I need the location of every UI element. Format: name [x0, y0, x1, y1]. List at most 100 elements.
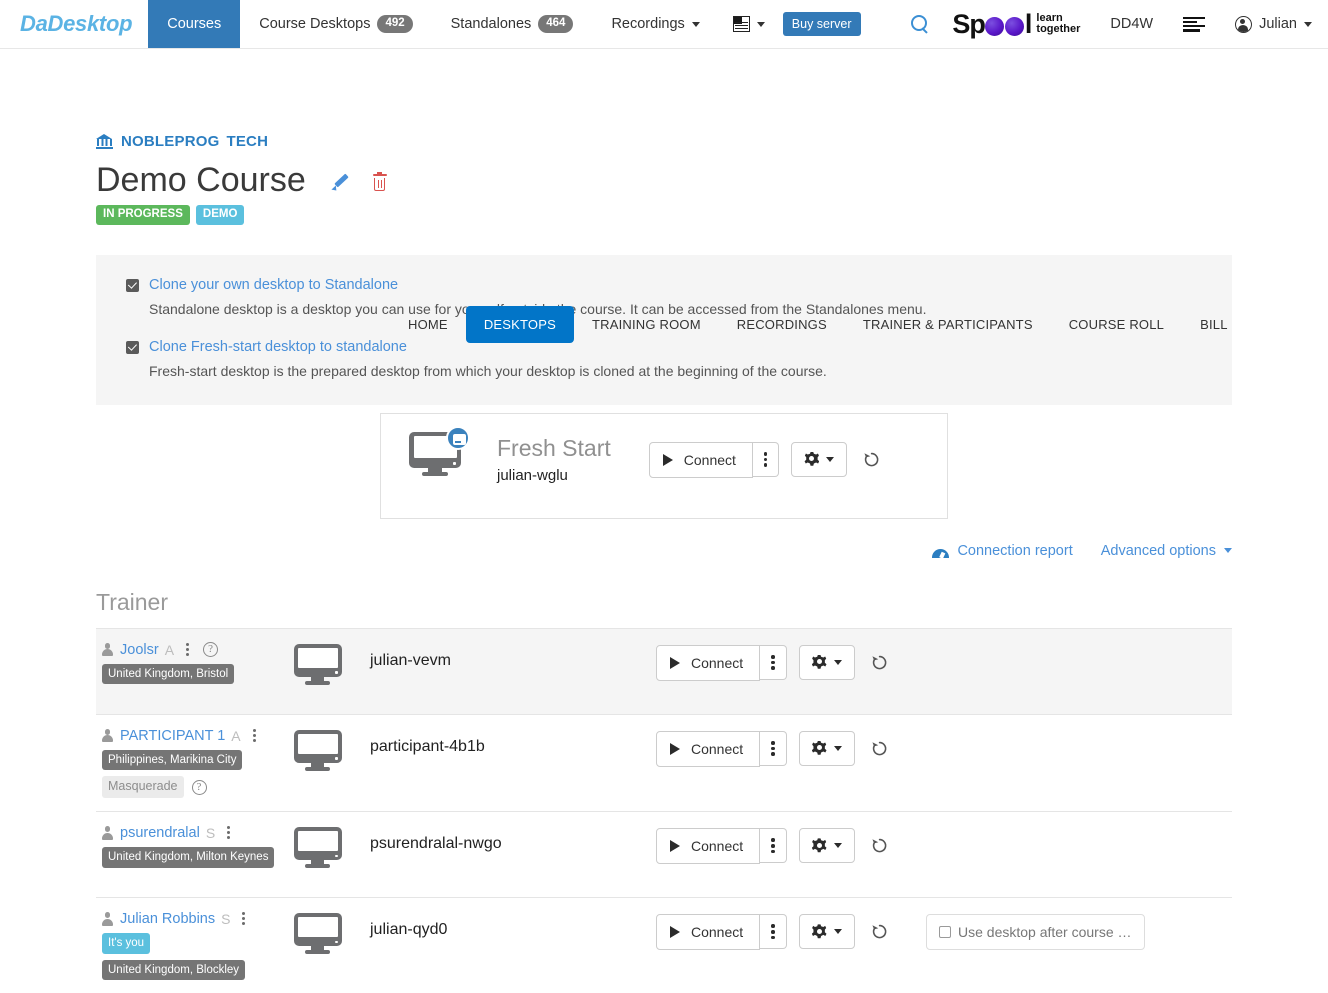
settings-button[interactable]	[798, 914, 855, 950]
tab-desktops[interactable]: DESKTOPS	[465, 306, 574, 343]
help-icon[interactable]: ?	[203, 642, 219, 657]
row-actions: Connect	[656, 827, 888, 864]
nav-item-standalones[interactable]: Standalones 464	[432, 0, 593, 48]
app-brand[interactable]: DaDesktop	[0, 0, 148, 48]
clone-fresh-start-link[interactable]: Clone Fresh-start desktop to standalone	[149, 337, 407, 357]
gear-icon	[812, 838, 827, 853]
chevron-down-icon	[1224, 548, 1232, 553]
breadcrumb[interactable]: NOBLEPROG TECH	[96, 133, 268, 150]
pencil-icon[interactable]	[332, 174, 349, 191]
table-row: psurendralal S United Kingdom, Milton Ke…	[96, 810, 1232, 897]
chevron-down-icon	[1304, 21, 1312, 27]
masquerade-badge[interactable]: Masquerade	[102, 776, 184, 798]
kebab-icon	[771, 741, 775, 756]
checkbox-clone-own-desktop[interactable]	[126, 278, 139, 292]
more-button[interactable]	[760, 731, 787, 766]
person-more-icon[interactable]	[252, 729, 256, 742]
row-actions: Connect	[656, 730, 888, 767]
fresh-start-connect-button[interactable]: Connect	[648, 441, 753, 478]
course-title-row: Demo Course IN PROGRESS DEMO	[96, 160, 1232, 225]
org-code-label[interactable]: DD4W	[1110, 16, 1153, 32]
spool-logo-suffix: l	[1024, 8, 1032, 39]
settings-button[interactable]	[798, 828, 855, 864]
connect-button[interactable]: Connect	[656, 827, 761, 864]
buy-server-button[interactable]: Buy server	[782, 12, 861, 36]
more-button[interactable]	[760, 914, 787, 950]
trash-icon[interactable]	[372, 172, 387, 191]
more-button[interactable]	[760, 828, 787, 864]
user-menu[interactable]: Julian	[1235, 15, 1312, 33]
tab-recordings[interactable]: RECORDINGS	[719, 306, 845, 343]
connection-report-label: Connection report	[957, 542, 1073, 559]
restore-icon[interactable]	[871, 654, 888, 671]
person-more-icon[interactable]	[242, 912, 246, 926]
search-icon[interactable]	[910, 14, 930, 34]
monitor-with-disk-badge-icon	[409, 425, 470, 476]
status-badge-in-progress: IN PROGRESS	[96, 205, 190, 225]
restore-icon[interactable]	[871, 837, 888, 854]
status-badge-demo: DEMO	[195, 205, 245, 225]
fresh-start-more-button[interactable]	[752, 442, 780, 477]
connection-report-link[interactable]: Connection report	[932, 542, 1073, 559]
checkbox-clone-fresh-start[interactable]	[126, 340, 139, 354]
location-badge: United Kingdom, Milton Keynes	[102, 846, 275, 868]
restore-icon[interactable]	[863, 451, 880, 468]
person-role: S	[221, 910, 231, 927]
tab-training-room[interactable]: TRAINING ROOM	[574, 306, 719, 343]
person-more-icon[interactable]	[186, 643, 190, 656]
nav-item-language[interactable]	[719, 0, 777, 48]
tab-home[interactable]: HOME	[390, 306, 466, 343]
row-actions: Connect	[656, 644, 888, 681]
checkbox-box	[939, 925, 951, 938]
more-button[interactable]	[760, 645, 787, 680]
person-name[interactable]: Julian Robbins	[120, 911, 215, 927]
top-navbar: DaDesktop Courses Course Desktops 492 St…	[0, 0, 1328, 49]
connect-label: Connect	[691, 740, 744, 757]
chevron-down-icon	[826, 457, 835, 462]
nav-item-recordings[interactable]: Recordings	[592, 0, 718, 48]
kebab-icon	[771, 838, 775, 854]
help-icon[interactable]: ?	[191, 779, 207, 795]
connect-button[interactable]: Connect	[656, 644, 761, 681]
person-icon	[102, 643, 113, 657]
play-icon	[670, 742, 680, 755]
fresh-start-text: Fresh Start julian-wglu	[497, 434, 611, 484]
person-role: S	[205, 824, 216, 841]
person-name-line: psurendralal S	[102, 825, 286, 841]
list-icon[interactable]	[1183, 16, 1206, 32]
play-icon	[662, 453, 673, 466]
spool-logo-prefix: Sp	[952, 8, 986, 39]
row-actions: Connect	[656, 913, 888, 950]
nav-item-course-desktops[interactable]: Course Desktops 492	[240, 0, 431, 48]
table-row: Julian Robbins S It's you United Kingdom…	[96, 896, 1232, 993]
person-name-line: Julian Robbins S	[102, 911, 286, 927]
restore-icon[interactable]	[871, 740, 888, 757]
fresh-start-settings-button[interactable]	[791, 442, 848, 477]
play-icon	[670, 925, 680, 938]
restore-icon[interactable]	[871, 923, 888, 940]
person-name[interactable]: Joolsr	[120, 642, 159, 658]
play-icon	[670, 839, 680, 852]
connect-button[interactable]: Connect	[656, 730, 761, 767]
breadcrumb-org-part2: TECH	[226, 133, 269, 150]
settings-button[interactable]	[798, 731, 855, 766]
person-name[interactable]: PARTICIPANT 1	[120, 728, 225, 744]
connect-button[interactable]: Connect	[656, 913, 761, 950]
person-name[interactable]: psurendralal	[120, 825, 200, 841]
nav-item-courses[interactable]: Courses	[148, 0, 241, 48]
fresh-start-hostname: julian-wglu	[497, 466, 568, 484]
clone-own-desktop-link[interactable]: Clone your own desktop to Standalone	[149, 275, 398, 295]
tab-bill[interactable]: BILL	[1182, 306, 1246, 343]
settings-button[interactable]	[798, 645, 855, 680]
use-desktop-after-course-checkbox[interactable]: Use desktop after course …	[926, 913, 1145, 950]
clone-option-fresh-start: Clone Fresh-start desktop to standalone …	[96, 337, 1232, 381]
masquerade-line: Masquerade ?	[102, 776, 286, 798]
tab-trainer-participants[interactable]: TRAINER & PARTICIPANTS	[845, 306, 1051, 343]
advanced-options-link[interactable]: Advanced options	[1101, 543, 1232, 559]
spool-logo[interactable]: Sp l learn together	[952, 9, 1080, 40]
person-cell: PARTICIPANT 1 A Philippines, Marikina Ci…	[96, 728, 286, 798]
tab-course-roll[interactable]: COURSE ROLL	[1051, 306, 1182, 343]
chevron-down-icon	[691, 21, 700, 27]
person-more-icon[interactable]	[227, 826, 231, 840]
gear-icon	[804, 452, 819, 467]
